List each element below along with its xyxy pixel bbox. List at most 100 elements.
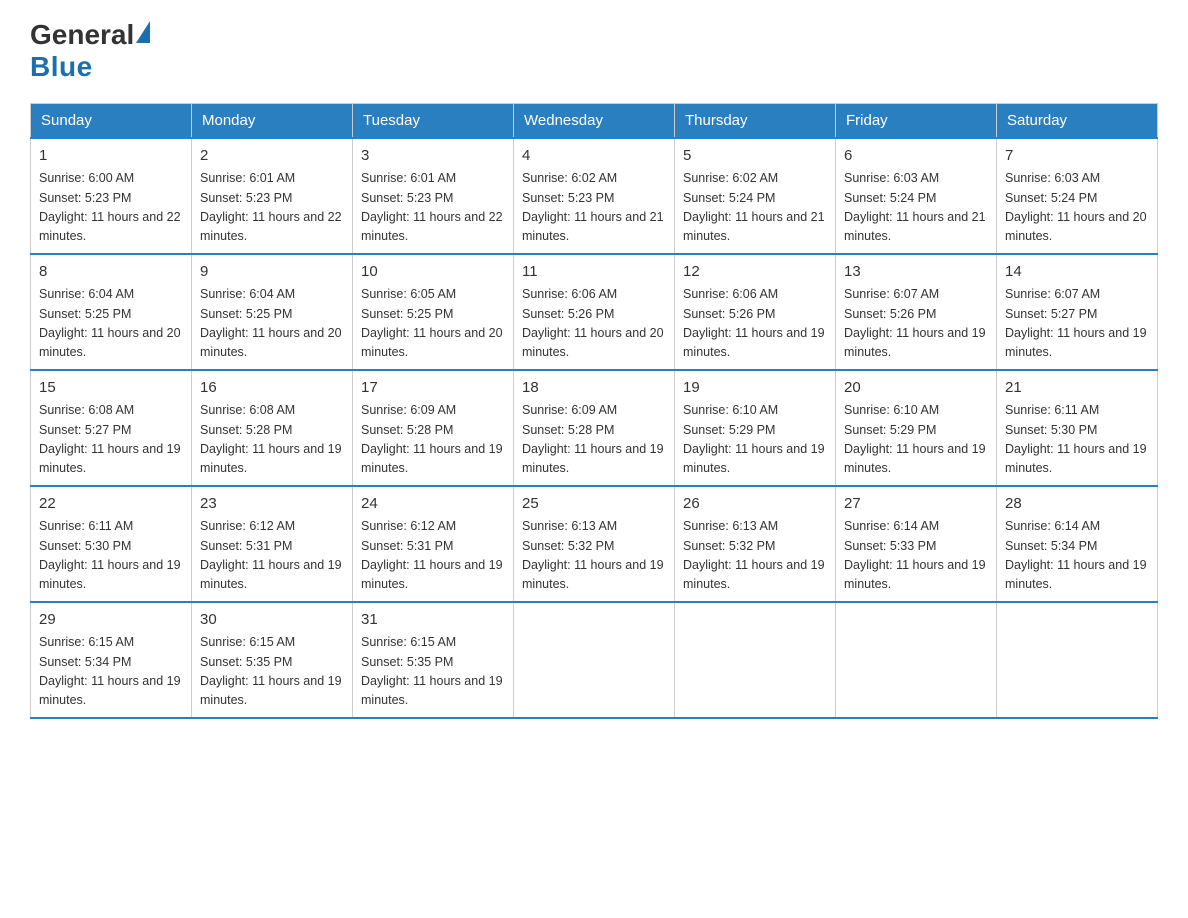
day-number: 19 bbox=[683, 377, 827, 400]
day-number: 8 bbox=[39, 261, 183, 284]
calendar-cell: 29 Sunrise: 6:15 AMSunset: 5:34 PMDaylig… bbox=[31, 602, 192, 718]
day-number: 9 bbox=[200, 261, 344, 284]
day-info: Sunrise: 6:15 AMSunset: 5:35 PMDaylight:… bbox=[200, 635, 342, 707]
calendar-week-row: 29 Sunrise: 6:15 AMSunset: 5:34 PMDaylig… bbox=[31, 602, 1158, 718]
calendar-cell: 12 Sunrise: 6:06 AMSunset: 5:26 PMDaylig… bbox=[675, 254, 836, 370]
day-number: 11 bbox=[522, 261, 666, 284]
day-info: Sunrise: 6:04 AMSunset: 5:25 PMDaylight:… bbox=[200, 287, 342, 359]
day-number: 2 bbox=[200, 145, 344, 168]
calendar-cell: 16 Sunrise: 6:08 AMSunset: 5:28 PMDaylig… bbox=[192, 370, 353, 486]
calendar-cell bbox=[675, 602, 836, 718]
day-number: 21 bbox=[1005, 377, 1149, 400]
calendar-cell: 10 Sunrise: 6:05 AMSunset: 5:25 PMDaylig… bbox=[353, 254, 514, 370]
day-number: 20 bbox=[844, 377, 988, 400]
day-number: 15 bbox=[39, 377, 183, 400]
calendar-cell: 21 Sunrise: 6:11 AMSunset: 5:30 PMDaylig… bbox=[997, 370, 1158, 486]
day-info: Sunrise: 6:08 AMSunset: 5:28 PMDaylight:… bbox=[200, 403, 342, 475]
day-info: Sunrise: 6:13 AMSunset: 5:32 PMDaylight:… bbox=[683, 519, 825, 591]
day-number: 3 bbox=[361, 145, 505, 168]
day-info: Sunrise: 6:06 AMSunset: 5:26 PMDaylight:… bbox=[522, 287, 664, 359]
day-info: Sunrise: 6:08 AMSunset: 5:27 PMDaylight:… bbox=[39, 403, 181, 475]
day-info: Sunrise: 6:12 AMSunset: 5:31 PMDaylight:… bbox=[200, 519, 342, 591]
day-info: Sunrise: 6:11 AMSunset: 5:30 PMDaylight:… bbox=[39, 519, 181, 591]
day-number: 14 bbox=[1005, 261, 1149, 284]
day-info: Sunrise: 6:02 AMSunset: 5:24 PMDaylight:… bbox=[683, 171, 825, 243]
logo-general: General bbox=[30, 20, 134, 51]
day-info: Sunrise: 6:13 AMSunset: 5:32 PMDaylight:… bbox=[522, 519, 664, 591]
calendar-week-row: 15 Sunrise: 6:08 AMSunset: 5:27 PMDaylig… bbox=[31, 370, 1158, 486]
day-number: 18 bbox=[522, 377, 666, 400]
calendar-cell: 4 Sunrise: 6:02 AMSunset: 5:23 PMDayligh… bbox=[514, 138, 675, 254]
calendar-cell: 6 Sunrise: 6:03 AMSunset: 5:24 PMDayligh… bbox=[836, 138, 997, 254]
day-number: 27 bbox=[844, 493, 988, 516]
weekday-header-saturday: Saturday bbox=[997, 103, 1158, 138]
calendar-cell bbox=[836, 602, 997, 718]
day-info: Sunrise: 6:02 AMSunset: 5:23 PMDaylight:… bbox=[522, 171, 664, 243]
calendar-cell bbox=[514, 602, 675, 718]
calendar-cell: 17 Sunrise: 6:09 AMSunset: 5:28 PMDaylig… bbox=[353, 370, 514, 486]
calendar-cell: 19 Sunrise: 6:10 AMSunset: 5:29 PMDaylig… bbox=[675, 370, 836, 486]
weekday-header-tuesday: Tuesday bbox=[353, 103, 514, 138]
calendar-cell: 28 Sunrise: 6:14 AMSunset: 5:34 PMDaylig… bbox=[997, 486, 1158, 602]
weekday-header-thursday: Thursday bbox=[675, 103, 836, 138]
day-info: Sunrise: 6:07 AMSunset: 5:26 PMDaylight:… bbox=[844, 287, 986, 359]
calendar-cell bbox=[997, 602, 1158, 718]
calendar-cell: 24 Sunrise: 6:12 AMSunset: 5:31 PMDaylig… bbox=[353, 486, 514, 602]
calendar-cell: 8 Sunrise: 6:04 AMSunset: 5:25 PMDayligh… bbox=[31, 254, 192, 370]
day-number: 29 bbox=[39, 609, 183, 632]
calendar-table: SundayMondayTuesdayWednesdayThursdayFrid… bbox=[30, 103, 1158, 719]
weekday-header-monday: Monday bbox=[192, 103, 353, 138]
day-number: 26 bbox=[683, 493, 827, 516]
weekday-header-sunday: Sunday bbox=[31, 103, 192, 138]
calendar-cell: 25 Sunrise: 6:13 AMSunset: 5:32 PMDaylig… bbox=[514, 486, 675, 602]
day-number: 17 bbox=[361, 377, 505, 400]
calendar-cell: 7 Sunrise: 6:03 AMSunset: 5:24 PMDayligh… bbox=[997, 138, 1158, 254]
day-info: Sunrise: 6:14 AMSunset: 5:34 PMDaylight:… bbox=[1005, 519, 1147, 591]
calendar-cell: 15 Sunrise: 6:08 AMSunset: 5:27 PMDaylig… bbox=[31, 370, 192, 486]
logo-blue: Blue bbox=[30, 51, 93, 83]
page-header: General Blue bbox=[30, 20, 1158, 83]
day-number: 4 bbox=[522, 145, 666, 168]
day-info: Sunrise: 6:10 AMSunset: 5:29 PMDaylight:… bbox=[683, 403, 825, 475]
calendar-cell: 3 Sunrise: 6:01 AMSunset: 5:23 PMDayligh… bbox=[353, 138, 514, 254]
day-info: Sunrise: 6:01 AMSunset: 5:23 PMDaylight:… bbox=[361, 171, 503, 243]
calendar-cell: 30 Sunrise: 6:15 AMSunset: 5:35 PMDaylig… bbox=[192, 602, 353, 718]
day-info: Sunrise: 6:12 AMSunset: 5:31 PMDaylight:… bbox=[361, 519, 503, 591]
day-info: Sunrise: 6:15 AMSunset: 5:34 PMDaylight:… bbox=[39, 635, 181, 707]
calendar-cell: 13 Sunrise: 6:07 AMSunset: 5:26 PMDaylig… bbox=[836, 254, 997, 370]
day-info: Sunrise: 6:15 AMSunset: 5:35 PMDaylight:… bbox=[361, 635, 503, 707]
day-info: Sunrise: 6:00 AMSunset: 5:23 PMDaylight:… bbox=[39, 171, 181, 243]
calendar-cell: 14 Sunrise: 6:07 AMSunset: 5:27 PMDaylig… bbox=[997, 254, 1158, 370]
calendar-cell: 22 Sunrise: 6:11 AMSunset: 5:30 PMDaylig… bbox=[31, 486, 192, 602]
logo: General Blue bbox=[30, 20, 150, 83]
weekday-header-friday: Friday bbox=[836, 103, 997, 138]
calendar-week-row: 22 Sunrise: 6:11 AMSunset: 5:30 PMDaylig… bbox=[31, 486, 1158, 602]
calendar-cell: 9 Sunrise: 6:04 AMSunset: 5:25 PMDayligh… bbox=[192, 254, 353, 370]
calendar-header-row: SundayMondayTuesdayWednesdayThursdayFrid… bbox=[31, 103, 1158, 138]
day-info: Sunrise: 6:03 AMSunset: 5:24 PMDaylight:… bbox=[1005, 171, 1147, 243]
day-number: 24 bbox=[361, 493, 505, 516]
calendar-week-row: 8 Sunrise: 6:04 AMSunset: 5:25 PMDayligh… bbox=[31, 254, 1158, 370]
day-number: 16 bbox=[200, 377, 344, 400]
calendar-cell: 5 Sunrise: 6:02 AMSunset: 5:24 PMDayligh… bbox=[675, 138, 836, 254]
day-number: 5 bbox=[683, 145, 827, 168]
calendar-cell: 18 Sunrise: 6:09 AMSunset: 5:28 PMDaylig… bbox=[514, 370, 675, 486]
day-number: 13 bbox=[844, 261, 988, 284]
calendar-cell: 26 Sunrise: 6:13 AMSunset: 5:32 PMDaylig… bbox=[675, 486, 836, 602]
day-number: 25 bbox=[522, 493, 666, 516]
calendar-cell: 20 Sunrise: 6:10 AMSunset: 5:29 PMDaylig… bbox=[836, 370, 997, 486]
calendar-cell: 2 Sunrise: 6:01 AMSunset: 5:23 PMDayligh… bbox=[192, 138, 353, 254]
day-info: Sunrise: 6:05 AMSunset: 5:25 PMDaylight:… bbox=[361, 287, 503, 359]
calendar-cell: 11 Sunrise: 6:06 AMSunset: 5:26 PMDaylig… bbox=[514, 254, 675, 370]
calendar-cell: 27 Sunrise: 6:14 AMSunset: 5:33 PMDaylig… bbox=[836, 486, 997, 602]
day-number: 31 bbox=[361, 609, 505, 632]
calendar-cell: 23 Sunrise: 6:12 AMSunset: 5:31 PMDaylig… bbox=[192, 486, 353, 602]
day-number: 12 bbox=[683, 261, 827, 284]
weekday-header-wednesday: Wednesday bbox=[514, 103, 675, 138]
day-number: 7 bbox=[1005, 145, 1149, 168]
day-info: Sunrise: 6:06 AMSunset: 5:26 PMDaylight:… bbox=[683, 287, 825, 359]
day-info: Sunrise: 6:03 AMSunset: 5:24 PMDaylight:… bbox=[844, 171, 986, 243]
day-number: 6 bbox=[844, 145, 988, 168]
day-info: Sunrise: 6:09 AMSunset: 5:28 PMDaylight:… bbox=[522, 403, 664, 475]
day-info: Sunrise: 6:11 AMSunset: 5:30 PMDaylight:… bbox=[1005, 403, 1147, 475]
